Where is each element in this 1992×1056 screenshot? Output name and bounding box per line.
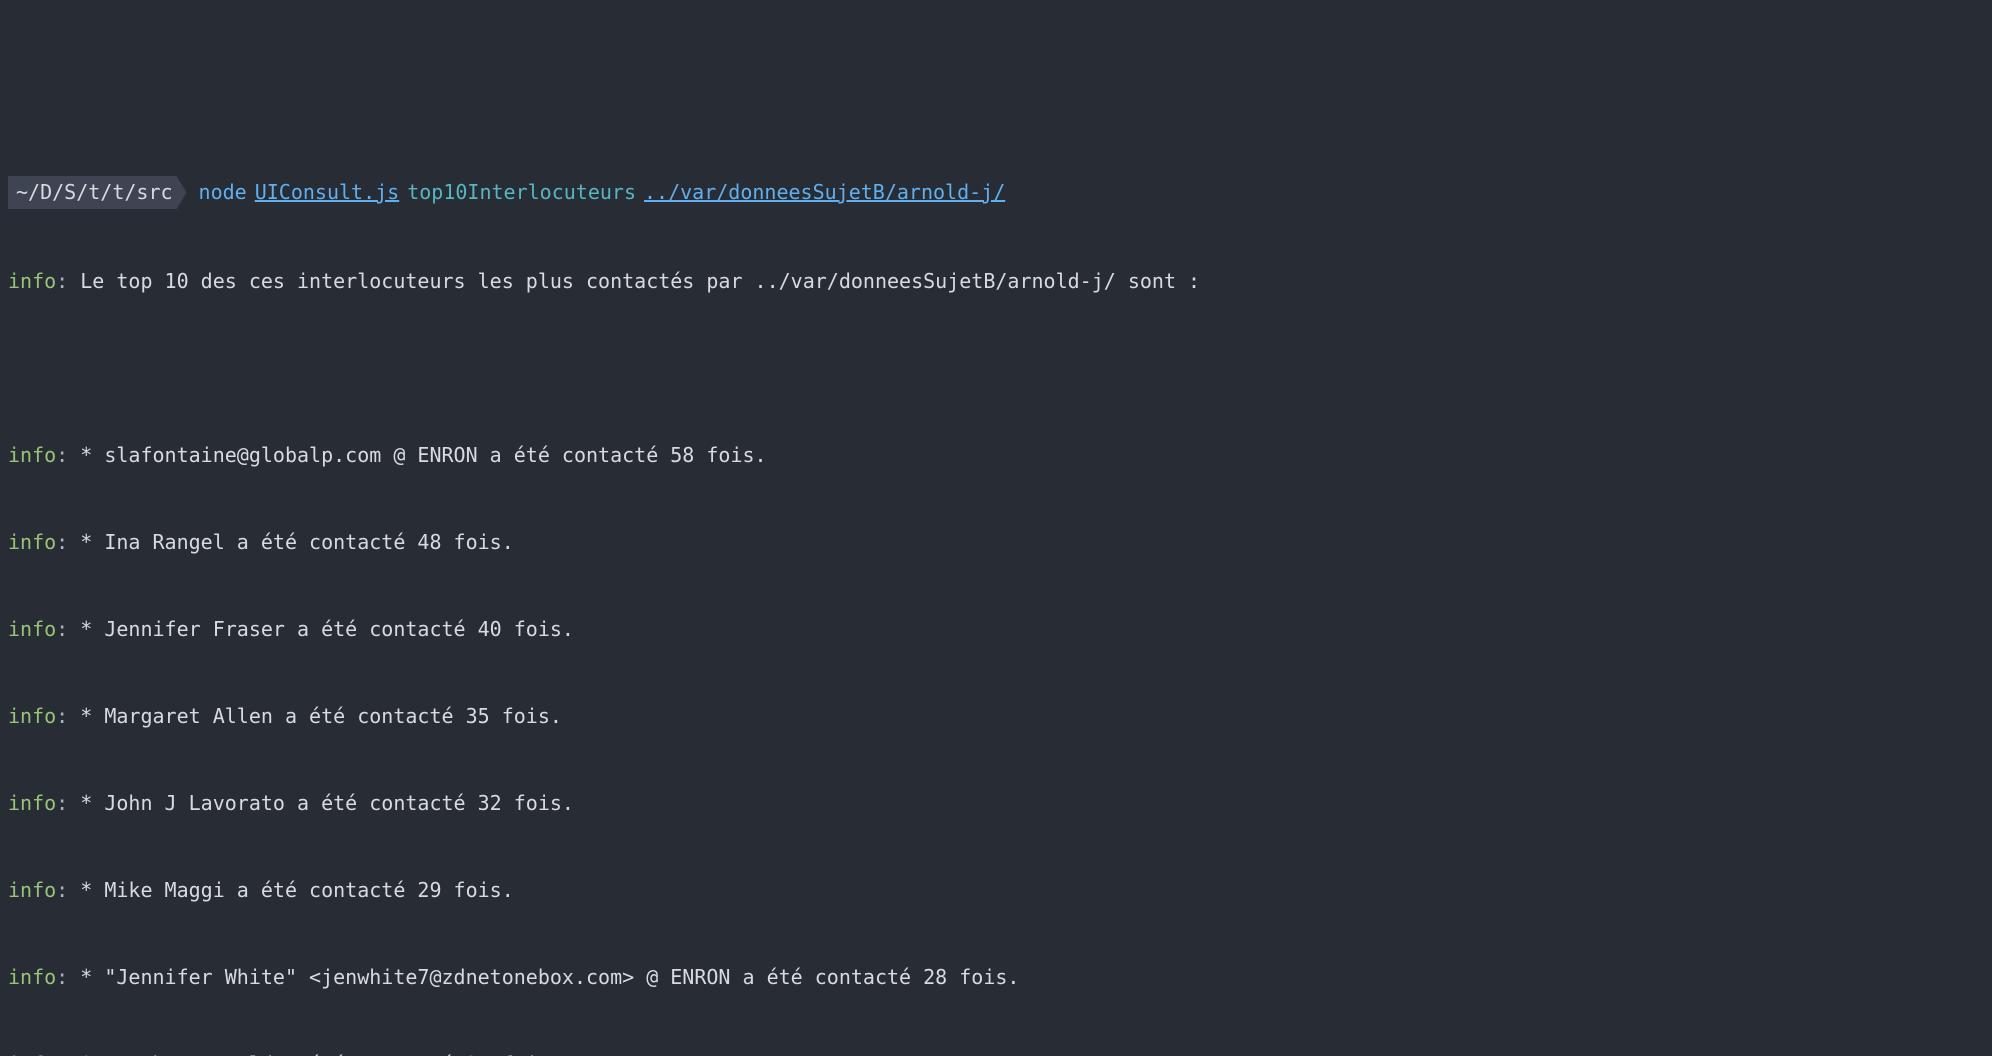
line-text: * slafontaine@globalp.com @ ENRON a été …	[68, 443, 766, 467]
line-text: * Jennifer Fraser a été contacté 40 fois…	[68, 617, 574, 641]
command-node: node	[199, 178, 247, 207]
command-prompt-line: ~/D/S/t/t/src node UIConsult.js top10Int…	[8, 176, 1984, 209]
output-line: info: * "Jennifer White" <jenwhite7@zdne…	[8, 963, 1984, 992]
command-script: UIConsult.js	[255, 178, 400, 207]
output-line: info: * Mike Maggi a été contacté 29 foi…	[8, 876, 1984, 905]
command-arg-path: ../var/donneesSujetB/arnold-j/	[644, 178, 1005, 207]
line-text: * Margaret Allen a été contacté 35 fois.	[68, 704, 562, 728]
colon: :	[56, 965, 68, 989]
log-level-info: info	[8, 965, 56, 989]
log-level-info: info	[8, 704, 56, 728]
log-level-info: info	[8, 269, 56, 293]
output-line: info: * Ina Rangel a été contacté 48 foi…	[8, 528, 1984, 557]
header-text: Le top 10 des ces interlocuteurs les plu…	[68, 269, 1200, 293]
output-line: info: * John J Lavorato a été contacté 3…	[8, 789, 1984, 818]
output-line: info: * slafontaine@globalp.com @ ENRON …	[8, 441, 1984, 470]
log-level-info: info	[8, 617, 56, 641]
colon: :	[56, 443, 68, 467]
log-level-info: info	[8, 530, 56, 554]
colon: :	[56, 878, 68, 902]
log-level-info: info	[8, 791, 56, 815]
line-text: * "Jennifer White" <jenwhite7@zdnetonebo…	[68, 965, 1019, 989]
line-text: * Matthew Arnold a été contacté 24 fois.	[68, 1052, 562, 1056]
log-level-info: info	[8, 1052, 56, 1056]
output-line: info: * Jennifer Fraser a été contacté 4…	[8, 615, 1984, 644]
prompt-cwd: ~/D/S/t/t/src	[8, 176, 187, 209]
colon: :	[56, 530, 68, 554]
blank-line	[8, 354, 1984, 383]
terminal-output: ~/D/S/t/t/src node UIConsult.js top10Int…	[0, 116, 1992, 1056]
colon: :	[56, 269, 68, 293]
output-header-line: info: Le top 10 des ces interlocuteurs l…	[8, 267, 1984, 296]
colon: :	[56, 704, 68, 728]
output-line: info: * Margaret Allen a été contacté 35…	[8, 702, 1984, 731]
log-level-info: info	[8, 443, 56, 467]
line-text: * Mike Maggi a été contacté 29 fois.	[68, 878, 514, 902]
line-text: * John J Lavorato a été contacté 32 fois…	[68, 791, 574, 815]
colon: :	[56, 617, 68, 641]
log-level-info: info	[8, 878, 56, 902]
command-arg-function: top10Interlocuteurs	[407, 178, 636, 207]
colon: :	[56, 1052, 68, 1056]
colon: :	[56, 791, 68, 815]
output-line: info: * Matthew Arnold a été contacté 24…	[8, 1050, 1984, 1056]
line-text: * Ina Rangel a été contacté 48 fois.	[68, 530, 514, 554]
